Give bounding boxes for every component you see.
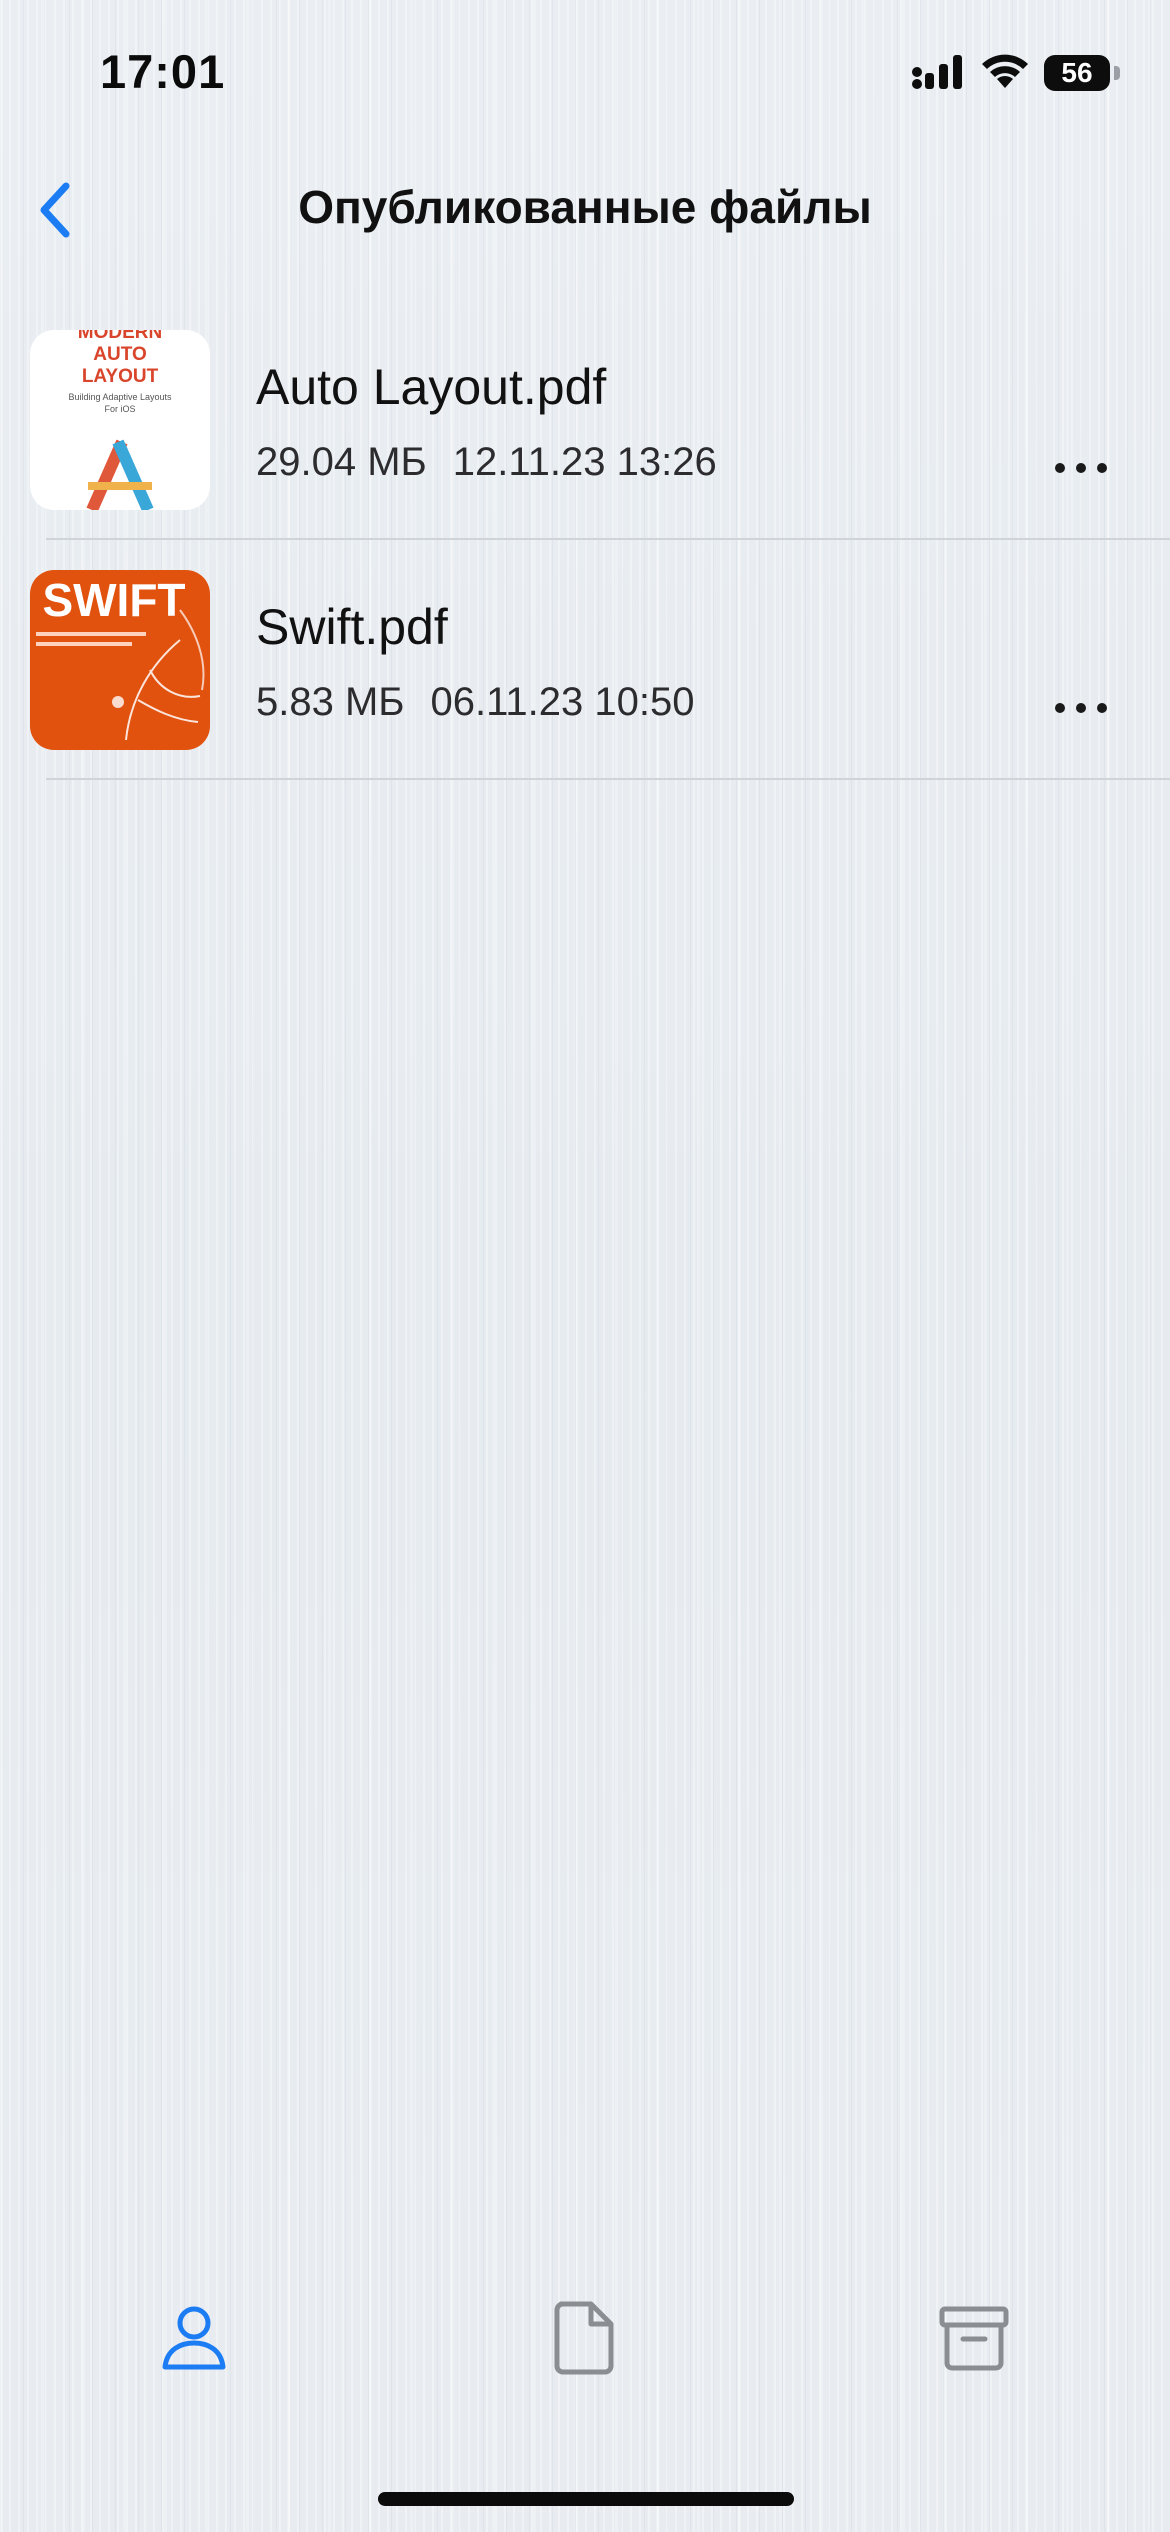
more-options-button[interactable] — [1046, 690, 1116, 730]
battery-level: 56 — [1061, 57, 1093, 88]
document-icon — [553, 2300, 615, 2381]
thumb-subtitle-2: For iOS — [104, 404, 135, 414]
thumb-line-3: LAYOUT — [82, 366, 159, 387]
wifi-icon — [980, 52, 1030, 95]
file-thumbnail: MODERN AUTO LAYOUT Building Adaptive Lay… — [30, 330, 210, 510]
file-name: Swift.pdf — [256, 599, 448, 655]
file-row-swift[interactable]: SWIFT Swift.pdf 5.83 МБ 06.11.23 10:50 — [0, 540, 1170, 780]
file-date: 12.11.23 13:26 — [452, 440, 717, 484]
file-meta: 29.04 МБ 12.11.23 13:26 — [256, 440, 717, 485]
archive-box-icon — [939, 2305, 1009, 2376]
status-time: 17:01 — [100, 45, 226, 98]
status-bar: 17:01 56 — [0, 0, 1170, 150]
status-icons: 56 — [912, 48, 1120, 98]
tab-files[interactable] — [534, 2290, 634, 2390]
home-indicator[interactable] — [378, 2492, 794, 2506]
file-list: MODERN AUTO LAYOUT Building Adaptive Lay… — [0, 300, 1170, 780]
thumb-subtitle: Building Adaptive Layouts — [68, 392, 172, 402]
file-size: 29.04 МБ — [256, 440, 427, 484]
file-row-auto-layout[interactable]: MODERN AUTO LAYOUT Building Adaptive Lay… — [0, 300, 1170, 540]
tab-profile[interactable] — [144, 2290, 244, 2390]
page-title: Опубликованные файлы — [298, 181, 872, 233]
file-date: 06.11.23 10:50 — [430, 680, 695, 724]
thumb-line-1: MODERN — [78, 330, 162, 343]
thumb-line-2: AUTO — [93, 344, 146, 365]
tab-bar — [0, 2290, 1170, 2390]
ellipsis-icon — [1054, 701, 1108, 719]
battery-icon: 56 — [1044, 55, 1120, 91]
more-options-button[interactable] — [1046, 450, 1116, 490]
tab-archive[interactable] — [924, 2290, 1024, 2390]
file-name: Auto Layout.pdf — [256, 359, 607, 415]
ellipsis-icon — [1054, 461, 1108, 479]
file-thumbnail: SWIFT — [30, 570, 210, 750]
file-meta: 5.83 МБ 06.11.23 10:50 — [256, 680, 695, 725]
thumb-line-1: SWIFT — [42, 574, 185, 626]
cellular-signal-icon — [912, 53, 966, 94]
navigation-bar: Опубликованные файлы — [0, 160, 1170, 260]
battery-cap — [1114, 66, 1120, 80]
row-divider — [46, 778, 1170, 780]
file-size: 5.83 МБ — [256, 680, 405, 724]
person-icon — [161, 2305, 227, 2376]
